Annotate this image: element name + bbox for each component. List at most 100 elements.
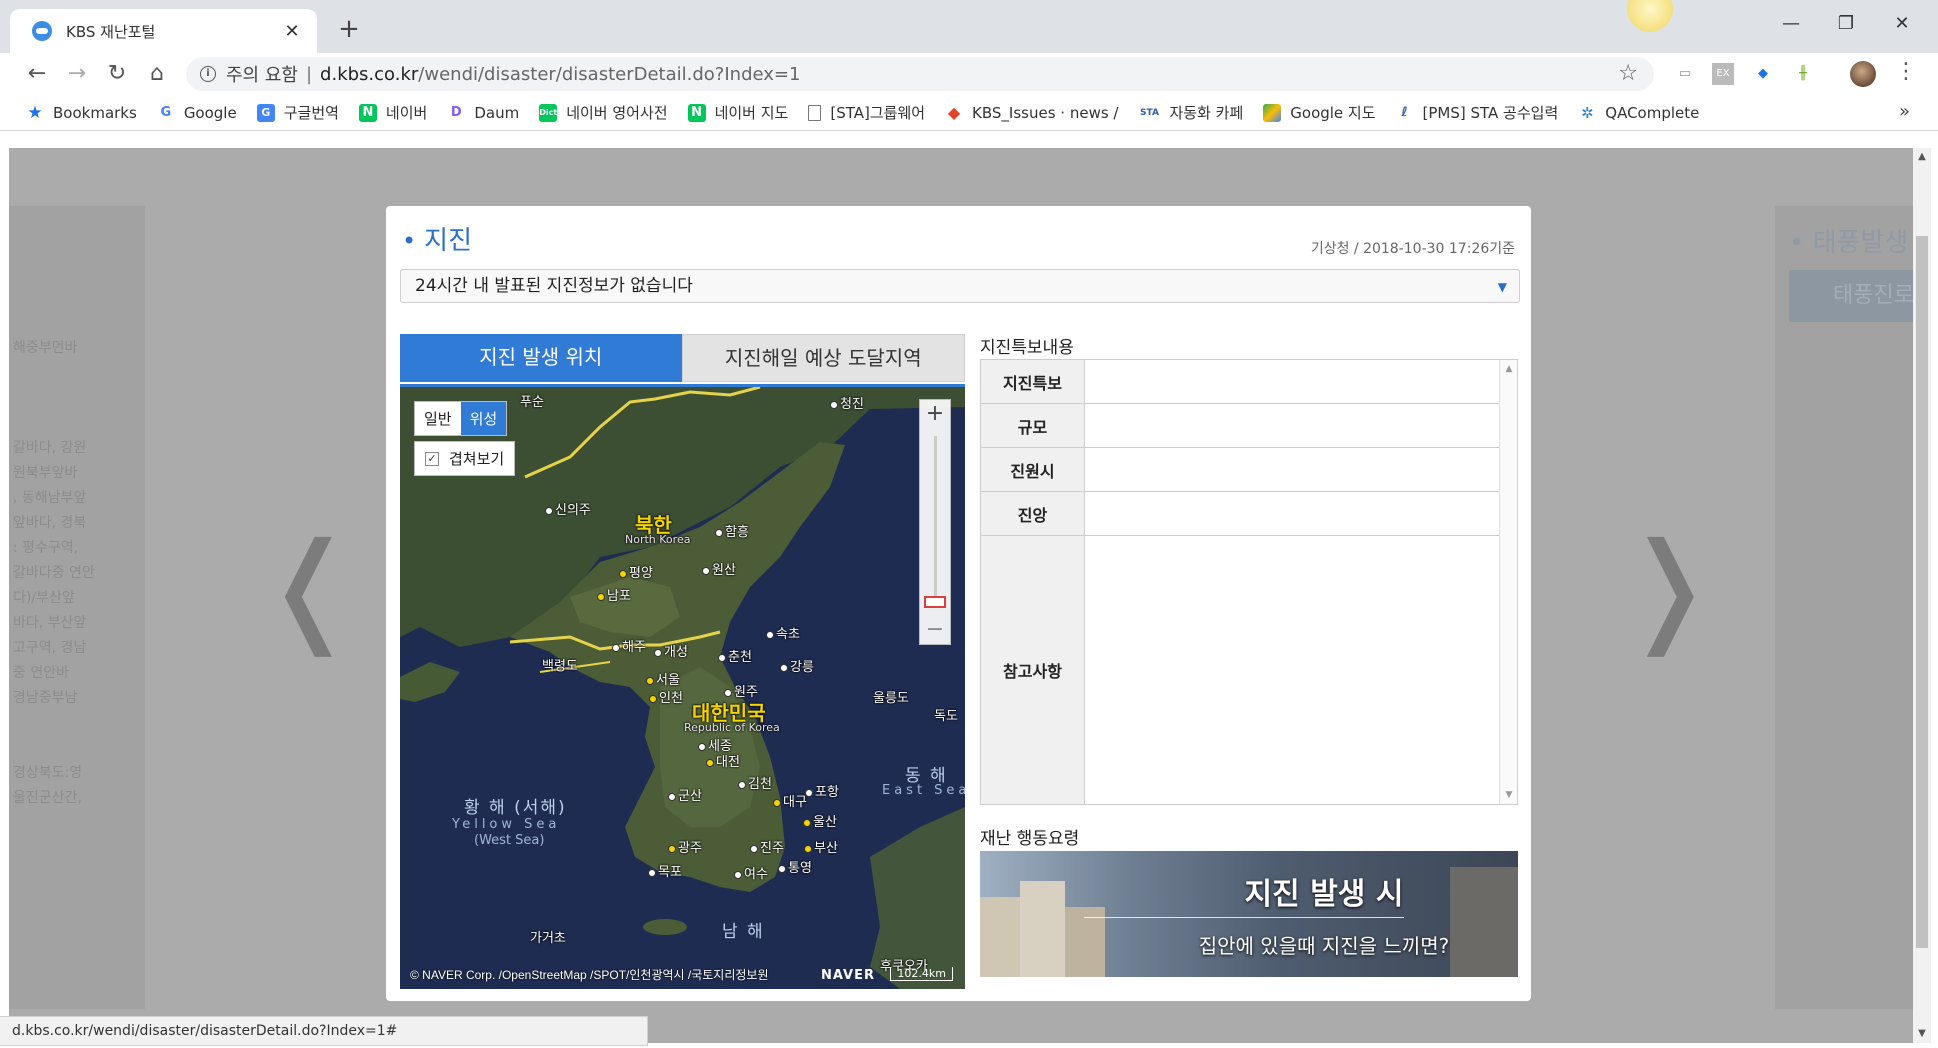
bookmark-item[interactable]: [STA]그룹웨어: [808, 102, 925, 123]
tab-earthquake-location[interactable]: 지진 발생 위치: [400, 334, 682, 382]
extension-ladder-icon[interactable]: ╫: [1792, 63, 1814, 85]
naver-logo: NAVER: [820, 968, 875, 983]
extension-cast-icon[interactable]: ▭: [1674, 63, 1696, 85]
info-label: 지진특보: [981, 360, 1085, 403]
restore-button[interactable]: ❐: [1831, 13, 1861, 34]
page-scrollbar[interactable]: ▲ ▼: [1913, 148, 1931, 1043]
bookmark-item[interactable]: D Daum: [447, 104, 519, 122]
bookmark-label: [STA]그룹웨어: [830, 104, 926, 122]
map-label: 함흥: [715, 521, 749, 540]
background-right-title: • 태풍발생: [1789, 228, 1909, 258]
close-window-button[interactable]: ✕: [1887, 13, 1917, 34]
theme-decoration: [1627, 0, 1673, 32]
bookmarks-more-icon[interactable]: »: [1899, 101, 1910, 122]
earthquake-info-table: 지진특보 규모 진원시 진앙 참고사항 ▲ ▼: [980, 359, 1518, 805]
star-icon: ★: [27, 102, 43, 123]
scroll-up-icon[interactable]: ▲: [1913, 148, 1931, 166]
bookmark-item[interactable]: STA 자동화 카페: [1138, 102, 1243, 123]
bookmark-item[interactable]: G 구글번역: [256, 102, 339, 123]
earthquake-info-title: 지진특보내용: [980, 338, 1074, 358]
reload-button[interactable]: ↻: [102, 59, 132, 89]
background-left-line: [13, 411, 123, 436]
browser-toolbar: ← → ↻ ⌂ i 주의 요함 | d.kbs.co.kr/wendi/disa…: [0, 53, 1938, 95]
next-arrow-icon[interactable]: ❭: [1619, 528, 1720, 648]
back-button[interactable]: ←: [22, 59, 52, 89]
action-guide-banner[interactable]: 지진 발생 시 집안에 있을때 지진을 느끼면?: [980, 851, 1518, 977]
zoom-slider-handle[interactable]: [924, 596, 946, 608]
scroll-thumb[interactable]: [1916, 236, 1928, 948]
bookmark-label: Google: [183, 103, 237, 122]
bookmark-label: Daum: [474, 103, 520, 122]
info-value: [1085, 360, 1499, 403]
tab-strip: KBS 재난포털 ✕ + — ❐ ✕: [0, 0, 1938, 53]
bookmark-item[interactable]: N 네이버 지도: [687, 102, 789, 123]
map-label: 부산: [804, 837, 838, 856]
home-button[interactable]: ⌂: [142, 59, 172, 89]
map-label: Yellow Sea: [452, 817, 561, 832]
qacomplete-icon: ✲: [1580, 103, 1594, 122]
address-bar[interactable]: i 주의 요함 | d.kbs.co.kr/wendi/disaster/dis…: [186, 57, 1654, 91]
info-label: 진원시: [981, 448, 1085, 491]
map-type-satellite-button[interactable]: 위성: [460, 402, 507, 435]
bookmark-label: 자동화 카페: [1169, 104, 1244, 122]
overlay-label: 겹쳐보기: [449, 450, 505, 468]
info-icon[interactable]: i: [200, 66, 216, 82]
bookmark-item[interactable]: Dict 네이버 영어사전: [539, 102, 668, 123]
kbs-favicon-icon: [32, 21, 52, 41]
map-label: 광주: [668, 837, 702, 856]
forward-button[interactable]: →: [62, 59, 92, 89]
map-label: 평양: [619, 562, 653, 581]
background-card-right: • 태풍발생 태풍진로: [1775, 206, 1923, 1009]
scroll-up-icon[interactable]: ▲: [1500, 364, 1518, 374]
banner-title: 지진 발생 시: [1244, 877, 1404, 912]
bookmark-item[interactable]: ✲ QAComplete: [1578, 104, 1699, 122]
satellite-map[interactable]: 푸순 청진 신의주 북한 North Korea 함흥 평양 원산 남포 해주 …: [400, 384, 965, 989]
naver-icon: N: [358, 103, 377, 122]
info-scrollbar[interactable]: ▲ ▼: [1499, 360, 1517, 804]
checkbox-checked-icon[interactable]: ✓: [425, 451, 439, 466]
scroll-down-icon[interactable]: ▼: [1500, 790, 1518, 800]
bookmark-item[interactable]: Google 지도: [1263, 102, 1376, 123]
map-label: North Korea: [625, 533, 691, 546]
bookmark-item[interactable]: ◆ KBS_Issues · news /: [945, 103, 1119, 122]
zoom-out-button[interactable]: −: [920, 616, 950, 644]
bookmark-star-icon[interactable]: ☆: [1618, 61, 1638, 86]
menu-icon[interactable]: ⋮: [1895, 59, 1917, 84]
naver-icon: N: [687, 103, 706, 122]
map-type-normal-button[interactable]: 일반: [415, 402, 461, 435]
close-tab-icon[interactable]: ✕: [281, 21, 303, 42]
bookmark-label: Google 지도: [1290, 104, 1376, 122]
scroll-down-icon[interactable]: ▼: [1913, 1025, 1931, 1043]
earthquake-select[interactable]: 24시간 내 발표된 지진정보가 없습니다 ▼: [400, 269, 1520, 303]
bookmark-label: 네이버 지도: [714, 104, 789, 122]
background-left-line: 바다, 부산앞: [13, 615, 87, 631]
extension-diamond-icon[interactable]: ◆: [1752, 63, 1774, 85]
background-left-line: 다)/부산앞: [13, 590, 75, 606]
data-source: 기상청 / 2018-10-30 17:26기준: [1310, 241, 1515, 257]
zoom-slider-track[interactable]: [934, 436, 937, 608]
bookmark-item[interactable]: G Google: [157, 103, 237, 122]
map-label: 남포: [597, 585, 631, 604]
profile-avatar[interactable]: [1850, 61, 1876, 87]
bookmarks-bar: ★ Bookmarks G Google G 구글번역 N 네이버 D Daum Dict…: [0, 95, 1938, 131]
bookmark-item[interactable]: ℓ [PMS] STA 공수입력: [1396, 102, 1559, 123]
background-left-line: 앞바다, 경북: [13, 515, 87, 531]
map-label: 진주: [750, 837, 784, 856]
bookmark-label: [PMS] STA 공수입력: [1422, 104, 1559, 122]
minimize-button[interactable]: —: [1776, 13, 1806, 34]
new-tab-button[interactable]: +: [334, 14, 364, 44]
bookmark-item[interactable]: ★ Bookmarks: [26, 102, 136, 123]
info-label: 규모: [981, 404, 1085, 447]
banner-divider: [1084, 917, 1404, 918]
previous-arrow-icon[interactable]: ❬: [259, 528, 360, 648]
info-row: 지진특보: [981, 360, 1499, 404]
map-label: 속초: [766, 623, 800, 642]
bookmark-item[interactable]: N 네이버: [358, 102, 427, 123]
extension-ex-icon[interactable]: EX: [1712, 63, 1734, 85]
zoom-in-button[interactable]: +: [920, 400, 950, 428]
tab-tsunami-arrival[interactable]: 지진해일 예상 도달지역: [681, 334, 965, 382]
browser-tab[interactable]: KBS 재난포털 ✕: [10, 9, 317, 53]
overlay-toggle[interactable]: ✓ 겹쳐보기: [414, 441, 516, 476]
map-scale: 102.4km: [890, 967, 953, 981]
map-label: 백령도: [542, 659, 578, 674]
